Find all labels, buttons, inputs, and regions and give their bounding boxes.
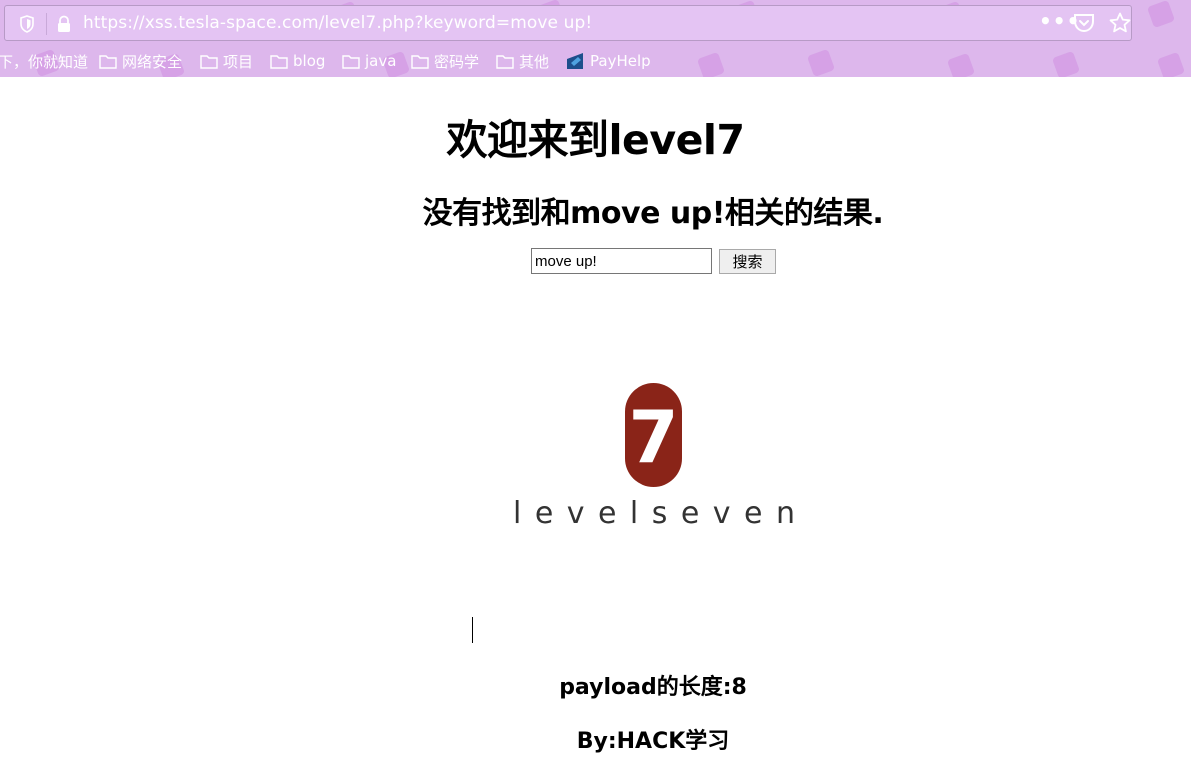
folder-icon: [342, 54, 360, 69]
payload-length: payload的长度:8: [559, 675, 747, 700]
page-title: 欢迎来到level7: [446, 116, 745, 164]
tracking-protection-shield-icon[interactable]: [19, 15, 35, 33]
bookmark-folder-blog[interactable]: blog: [270, 48, 325, 74]
url-text[interactable]: https://xss.tesla-space.com/level7.php?k…: [83, 13, 592, 33]
bookmark-item[interactable]: 下，你就知道: [0, 48, 88, 74]
search-input[interactable]: [531, 248, 712, 274]
bookmark-folder-java[interactable]: java: [342, 48, 396, 74]
browser-toolbar: https://xss.tesla-space.com/level7.php?k…: [0, 0, 1191, 77]
bookmark-label: 密码学: [434, 52, 480, 71]
address-bar[interactable]: https://xss.tesla-space.com/level7.php?k…: [4, 5, 1132, 41]
result-message: 没有找到和move up!相关的结果.: [422, 196, 884, 231]
bookmark-star-icon[interactable]: [1108, 11, 1132, 35]
bookmark-label: 项目: [223, 52, 254, 71]
bookmark-folder-密码学[interactable]: 密码学: [411, 48, 479, 74]
author-credit: By:HACK学习: [576, 729, 730, 754]
bookmark-label: java: [365, 52, 397, 70]
folder-icon: [270, 54, 288, 69]
text-cursor: [472, 617, 473, 643]
bookmark-folder-其他[interactable]: 其他: [496, 48, 549, 74]
logo-wordmark-text: levelseven: [513, 496, 795, 531]
address-bar-separator: [46, 13, 47, 35]
bookmark-payhelp[interactable]: PayHelp: [565, 48, 651, 74]
logo-number: 7: [628, 395, 679, 479]
search-button[interactable]: 搜索: [719, 249, 776, 274]
bookmark-folder-网络安全[interactable]: 网络安全: [99, 48, 182, 74]
logo-wordmark: levelseven: [513, 496, 795, 531]
bookmark-label: 下，你就知道: [0, 52, 89, 71]
bookmark-folder-项目[interactable]: 项目: [200, 48, 253, 74]
level-seven-logo: 7 levelseven: [513, 383, 795, 533]
bookmark-label: blog: [293, 52, 326, 70]
folder-icon: [496, 54, 514, 69]
folder-icon: [200, 54, 218, 69]
bookmark-label: 网络安全: [122, 52, 183, 71]
lock-icon[interactable]: [56, 15, 72, 33]
folder-icon: [99, 54, 117, 69]
bookmark-label: PayHelp: [590, 52, 651, 70]
bookmark-label: 其他: [519, 52, 550, 71]
payhelp-icon: [567, 53, 583, 69]
bookmarks-toolbar: 下，你就知道 网络安全 项目 blog java 密码学 其他 PayHelp: [0, 48, 1191, 74]
pocket-icon[interactable]: [1073, 13, 1095, 33]
folder-icon: [411, 54, 429, 69]
